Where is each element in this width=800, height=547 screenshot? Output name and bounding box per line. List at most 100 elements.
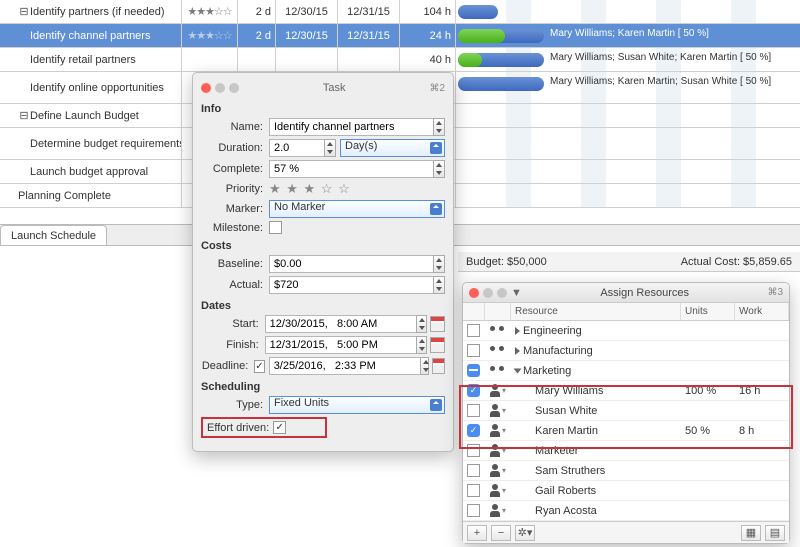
gantt-cell: Mary Williams; Karen Martin; Susan White… (456, 72, 800, 103)
close-icon[interactable] (201, 83, 211, 93)
milestone-checkbox[interactable] (269, 221, 282, 234)
marker-select[interactable]: No Marker (269, 200, 445, 218)
deadline-stepper[interactable] (420, 357, 430, 375)
resource-checkbox[interactable] (467, 484, 480, 497)
task-name: Determine budget requirements (30, 138, 182, 150)
disclosure-triangle-icon[interactable] (514, 368, 522, 373)
duration-unit-select[interactable]: Day(s) (340, 139, 445, 157)
view-button-2[interactable]: ▤ (765, 525, 785, 541)
deadline-calendar-icon[interactable] (432, 358, 445, 374)
work-cell[interactable]: 8 h (735, 425, 789, 437)
person-dropdown-icon[interactable]: ▾ (502, 506, 506, 515)
resource-checkbox[interactable] (467, 504, 480, 517)
gantt-bar[interactable] (458, 29, 544, 43)
resource-group-row[interactable]: Manufacturing (463, 341, 789, 361)
group-checkbox[interactable] (467, 324, 480, 337)
effort-driven-checkbox[interactable] (273, 421, 286, 434)
complete-stepper[interactable] (433, 160, 445, 178)
assign-minimize-icon[interactable] (483, 288, 493, 298)
resource-row[interactable]: ✓▾Karen Martin50 %8 h (463, 421, 789, 441)
resource-row[interactable]: ▾Marketer (463, 441, 789, 461)
resource-label: Mary Williams; Karen Martin; Susan White… (550, 76, 771, 87)
resource-row[interactable]: ✓▾Mary Williams100 %16 h (463, 381, 789, 401)
d1-cell: 12/30/15 (276, 24, 338, 47)
disclosure-triangle-icon[interactable] (515, 327, 520, 335)
priority-stars[interactable]: ★★★☆☆ (187, 5, 231, 18)
resource-row[interactable]: ▾Sam Struthers (463, 461, 789, 481)
assign-close-icon[interactable] (469, 288, 479, 298)
deadline-field[interactable] (269, 357, 421, 375)
resource-group-row[interactable]: Engineering (463, 321, 789, 341)
gantt-cell: Mary Williams; Karen Martin [ 50 %] (456, 24, 800, 47)
units-cell[interactable]: 50 % (681, 425, 735, 437)
add-button[interactable]: + (467, 525, 487, 541)
name-stepper[interactable] (433, 118, 445, 136)
task-row[interactable]: Identify retail partners40 hMary William… (0, 48, 800, 72)
finish-field[interactable] (265, 336, 417, 354)
group-icon (489, 346, 505, 356)
person-dropdown-icon[interactable]: ▾ (502, 446, 506, 455)
person-dropdown-icon[interactable]: ▾ (502, 406, 506, 415)
task-row[interactable]: Identify channel partners★★★☆☆2 d12/30/1… (0, 24, 800, 48)
disclosure-triangle-icon[interactable] (515, 347, 520, 355)
person-dropdown-icon[interactable]: ▾ (502, 386, 506, 395)
gantt-bar[interactable] (458, 5, 498, 19)
group-name: Engineering (523, 325, 582, 337)
assign-shortcut: ⌘3 (767, 287, 783, 298)
gear-button[interactable]: ✲▾ (515, 525, 535, 541)
actual-stepper[interactable] (433, 276, 445, 294)
gantt-bar[interactable] (458, 53, 544, 67)
name-field[interactable] (269, 118, 434, 136)
resource-checkbox[interactable] (467, 444, 480, 457)
disclosure-icon[interactable]: ⊟ (18, 5, 30, 18)
resource-checkbox[interactable] (467, 404, 480, 417)
finish-calendar-icon[interactable] (430, 337, 445, 353)
resource-group-row[interactable]: Marketing (463, 361, 789, 381)
person-dropdown-icon[interactable]: ▾ (502, 426, 506, 435)
person-dropdown-icon[interactable]: ▾ (502, 486, 506, 495)
gantt-bar[interactable] (458, 77, 544, 91)
tab-launch-schedule[interactable]: Launch Schedule (0, 225, 107, 245)
start-stepper[interactable] (416, 315, 427, 333)
progress-bar (458, 53, 482, 67)
resource-row[interactable]: ▾Gail Roberts (463, 481, 789, 501)
resource-checkbox[interactable]: ✓ (467, 424, 480, 437)
units-cell[interactable]: 100 % (681, 385, 735, 397)
duration-stepper[interactable] (324, 139, 336, 157)
person-dropdown-icon[interactable]: ▾ (502, 466, 506, 475)
task-name: Launch budget approval (30, 166, 148, 178)
duration-field[interactable] (269, 139, 325, 157)
section-info: Info (201, 103, 445, 115)
deadline-checkbox[interactable] (254, 360, 264, 373)
resource-row[interactable]: ▾Susan White (463, 401, 789, 421)
priority-stars[interactable]: ★ ★ ★ ☆ ☆ (269, 181, 351, 197)
baseline-field[interactable] (269, 255, 434, 273)
dropdown-icon[interactable]: ▼ (511, 287, 522, 299)
remove-button[interactable]: − (491, 525, 511, 541)
assign-zoom-icon[interactable] (497, 288, 507, 298)
hrs-cell: 104 h (400, 0, 456, 23)
work-cell[interactable]: 16 h (735, 385, 789, 397)
resource-label: Mary Williams; Karen Martin [ 50 %] (550, 28, 709, 39)
partial-check-icon[interactable] (467, 364, 480, 377)
start-field[interactable] (265, 315, 417, 333)
type-select[interactable]: Fixed Units (269, 396, 445, 414)
priority-stars[interactable]: ★★★☆☆ (187, 29, 231, 42)
group-checkbox[interactable] (467, 344, 480, 357)
resource-row[interactable]: ▾Ryan Acosta (463, 501, 789, 521)
task-row[interactable]: ⊟Identify partners (if needed)★★★☆☆2 d12… (0, 0, 800, 24)
resource-checkbox[interactable]: ✓ (467, 384, 480, 397)
assign-title: Assign Resources (522, 287, 768, 299)
section-scheduling: Scheduling (201, 381, 445, 393)
baseline-stepper[interactable] (433, 255, 445, 273)
minimize-icon[interactable] (215, 83, 225, 93)
zoom-icon[interactable] (229, 83, 239, 93)
start-calendar-icon[interactable] (430, 316, 445, 332)
complete-field[interactable] (269, 160, 434, 178)
resource-checkbox[interactable] (467, 464, 480, 477)
disclosure-icon[interactable]: ⊟ (18, 109, 30, 122)
finish-stepper[interactable] (416, 336, 427, 354)
d2-cell: 12/31/15 (338, 24, 400, 47)
view-button-1[interactable]: ▦ (741, 525, 761, 541)
actual-field[interactable] (269, 276, 434, 294)
